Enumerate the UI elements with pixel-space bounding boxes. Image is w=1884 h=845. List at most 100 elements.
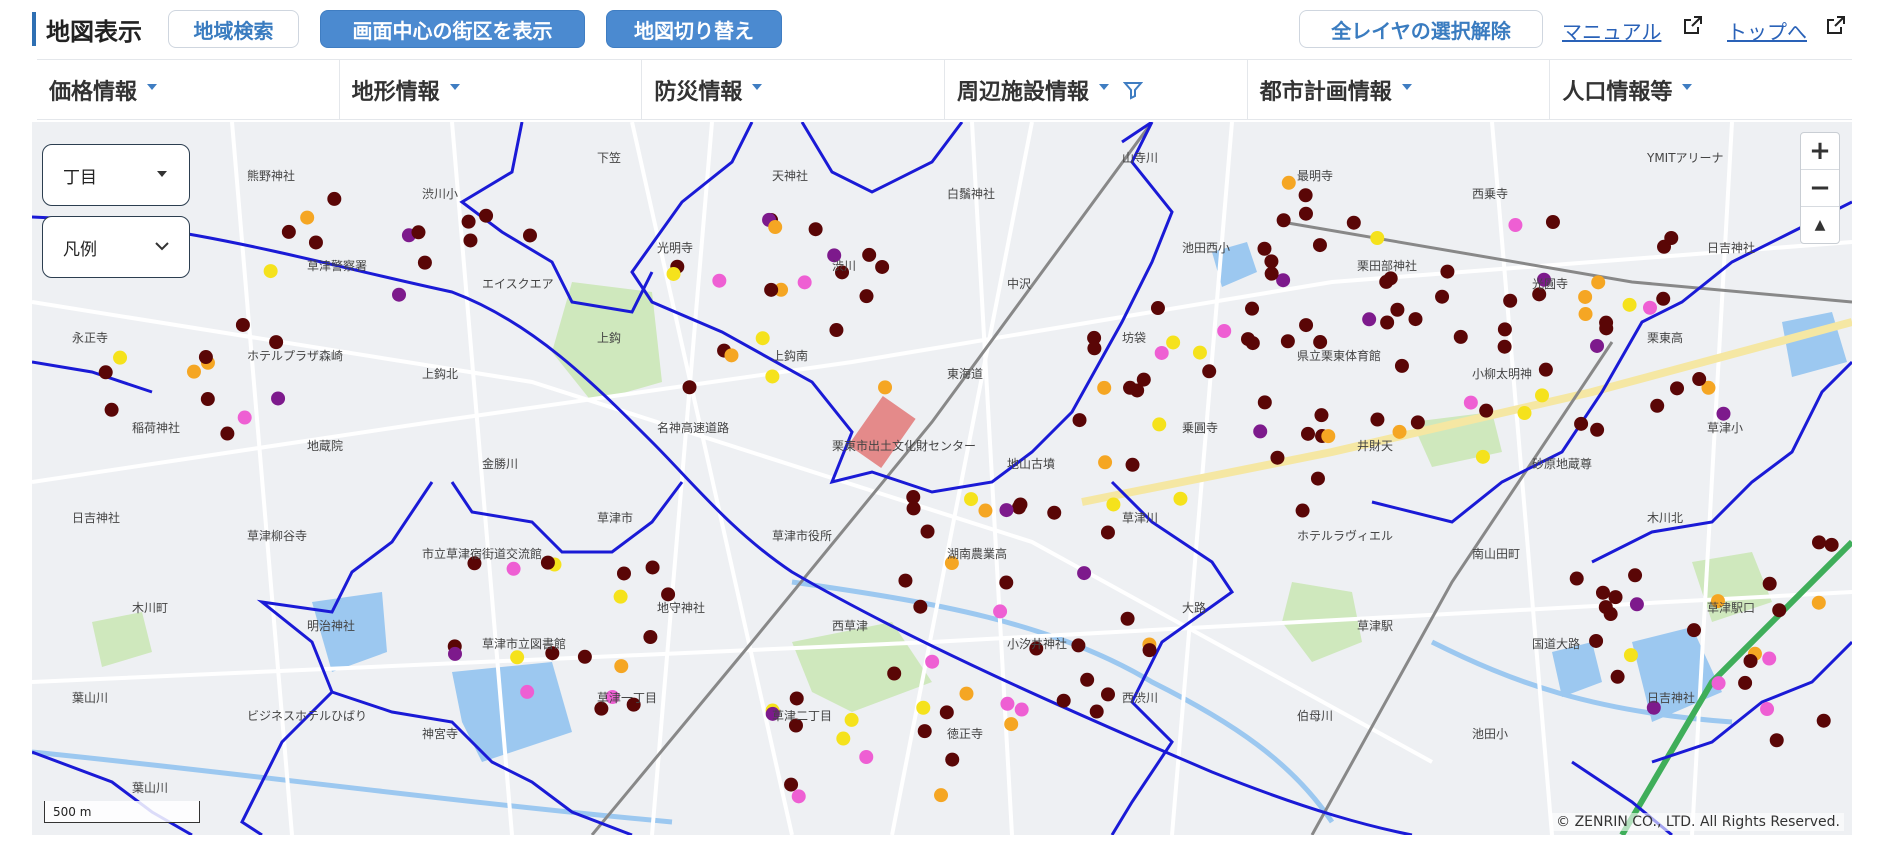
map-dot[interactable] xyxy=(1100,687,1115,702)
map-dot[interactable] xyxy=(1142,643,1157,658)
map-dot[interactable] xyxy=(1508,218,1523,233)
map-dot[interactable] xyxy=(1380,315,1395,330)
map-dot[interactable] xyxy=(1281,175,1296,190)
map-dot[interactable] xyxy=(1811,595,1826,610)
map-dot[interactable] xyxy=(934,788,949,803)
map-dot[interactable] xyxy=(645,560,660,575)
map-dot[interactable] xyxy=(271,391,286,406)
category-disaster[interactable]: 防災情報 xyxy=(642,60,946,119)
compass-button[interactable]: ▲ xyxy=(1801,207,1839,243)
map-dot[interactable] xyxy=(1071,638,1086,653)
map-dot[interactable] xyxy=(1106,497,1121,512)
region-search-button[interactable]: 地域検索 xyxy=(168,10,299,48)
zoom-out-button[interactable]: − xyxy=(1801,170,1839,207)
map-dot[interactable] xyxy=(1497,322,1512,337)
map-dot[interactable] xyxy=(522,228,537,243)
map-dot[interactable] xyxy=(1166,335,1181,350)
map-dot[interactable] xyxy=(1097,380,1112,395)
map-dot[interactable] xyxy=(1080,672,1095,687)
map-dot[interactable] xyxy=(784,777,799,792)
map-dot[interactable] xyxy=(1098,455,1113,470)
map-dot[interactable] xyxy=(764,282,779,297)
map-dot[interactable] xyxy=(1280,334,1295,349)
map-dot[interactable] xyxy=(1772,603,1787,618)
map-dot[interactable] xyxy=(1299,318,1314,333)
map-dot[interactable] xyxy=(1569,571,1584,586)
map-dot[interactable] xyxy=(1152,417,1167,432)
map-dot[interactable] xyxy=(829,323,844,338)
map-dot[interactable] xyxy=(1072,413,1087,428)
map-dot[interactable] xyxy=(1711,676,1726,691)
map-dot[interactable] xyxy=(964,492,979,507)
map-dot[interactable] xyxy=(859,749,874,764)
map-dot[interactable] xyxy=(1217,324,1232,339)
map-dot[interactable] xyxy=(945,752,960,767)
map-dot[interactable] xyxy=(235,317,250,332)
map-dot[interactable] xyxy=(1004,717,1019,732)
zoom-in-button[interactable]: + xyxy=(1801,133,1839,170)
filter-icon[interactable] xyxy=(1123,80,1144,100)
map-dot[interactable] xyxy=(1257,395,1272,410)
map-dot[interactable] xyxy=(755,331,770,346)
map-dot[interactable] xyxy=(463,233,478,248)
map-dot[interactable] xyxy=(1370,231,1385,246)
map-dot[interactable] xyxy=(1479,403,1494,418)
map-dot[interactable] xyxy=(506,561,521,576)
map-dot[interactable] xyxy=(1370,412,1385,427)
map-dot[interactable] xyxy=(1394,358,1409,373)
map-dot[interactable] xyxy=(666,266,681,281)
map-dot[interactable] xyxy=(1125,457,1140,472)
map-dot[interactable] xyxy=(1321,429,1336,444)
map-dot[interactable] xyxy=(1362,312,1377,327)
map-dot[interactable] xyxy=(993,604,1008,619)
map-dot[interactable] xyxy=(1298,188,1313,203)
map-dot[interactable] xyxy=(887,666,902,681)
map-dot[interactable] xyxy=(1762,576,1777,591)
show-center-block-button[interactable]: 画面中心の街区を表示 xyxy=(320,10,585,48)
switch-map-button[interactable]: 地図切り替え xyxy=(606,10,782,48)
map-dot[interactable] xyxy=(999,575,1014,590)
map-dot[interactable] xyxy=(1475,449,1490,464)
map-dot[interactable] xyxy=(1622,297,1637,312)
map-dot[interactable] xyxy=(1578,289,1593,304)
map-dot[interactable] xyxy=(978,503,993,518)
map-dot[interactable] xyxy=(1595,585,1610,600)
map-dot[interactable] xyxy=(1599,321,1614,336)
map-dot[interactable] xyxy=(220,426,235,441)
map-dot[interactable] xyxy=(859,289,874,304)
map-dot[interactable] xyxy=(643,629,658,644)
map-dot[interactable] xyxy=(1192,345,1207,360)
map-dot[interactable] xyxy=(682,380,697,395)
map-dot[interactable] xyxy=(999,503,1014,518)
map-dot[interactable] xyxy=(844,712,859,727)
map-dot[interactable] xyxy=(1517,406,1532,421)
map-dot[interactable] xyxy=(520,684,535,699)
map-dot[interactable] xyxy=(411,225,426,240)
map-layer[interactable]: 伊佐々川熊野神社渋川小下笠天神社白鬚神社山寺川最明寺西乗寺YMITアリーナ草津高… xyxy=(32,122,1852,835)
map-dot[interactable] xyxy=(510,650,525,665)
map-dot[interactable] xyxy=(98,365,113,380)
deselect-all-layers-button[interactable]: 全レイヤの選択解除 xyxy=(1299,10,1543,48)
map-dot[interactable] xyxy=(1738,675,1753,690)
map-dot[interactable] xyxy=(1408,312,1423,327)
map-dot[interactable] xyxy=(1435,289,1450,304)
map-dot[interactable] xyxy=(808,222,823,237)
map-dot[interactable] xyxy=(269,335,284,350)
map-dot[interactable] xyxy=(577,649,592,664)
map-dot[interactable] xyxy=(1589,633,1604,648)
map-dot[interactable] xyxy=(1202,364,1217,379)
map-dot[interactable] xyxy=(878,380,893,395)
map-dot[interactable] xyxy=(1264,254,1279,269)
map-dot[interactable] xyxy=(765,369,780,384)
map-dot[interactable] xyxy=(1591,275,1606,290)
map-dot[interactable] xyxy=(1686,623,1701,638)
map-dot[interactable] xyxy=(1692,372,1707,387)
map-dot[interactable] xyxy=(1816,713,1831,728)
category-price[interactable]: 価格情報 xyxy=(37,60,340,119)
map-dot[interactable] xyxy=(1410,415,1425,430)
map-dot[interactable] xyxy=(613,589,628,604)
category-facilities[interactable]: 周辺施設情報 xyxy=(945,60,1248,119)
map-dot[interactable] xyxy=(308,235,323,250)
map-dot[interactable] xyxy=(1670,381,1685,396)
map-dot[interactable] xyxy=(916,700,931,715)
